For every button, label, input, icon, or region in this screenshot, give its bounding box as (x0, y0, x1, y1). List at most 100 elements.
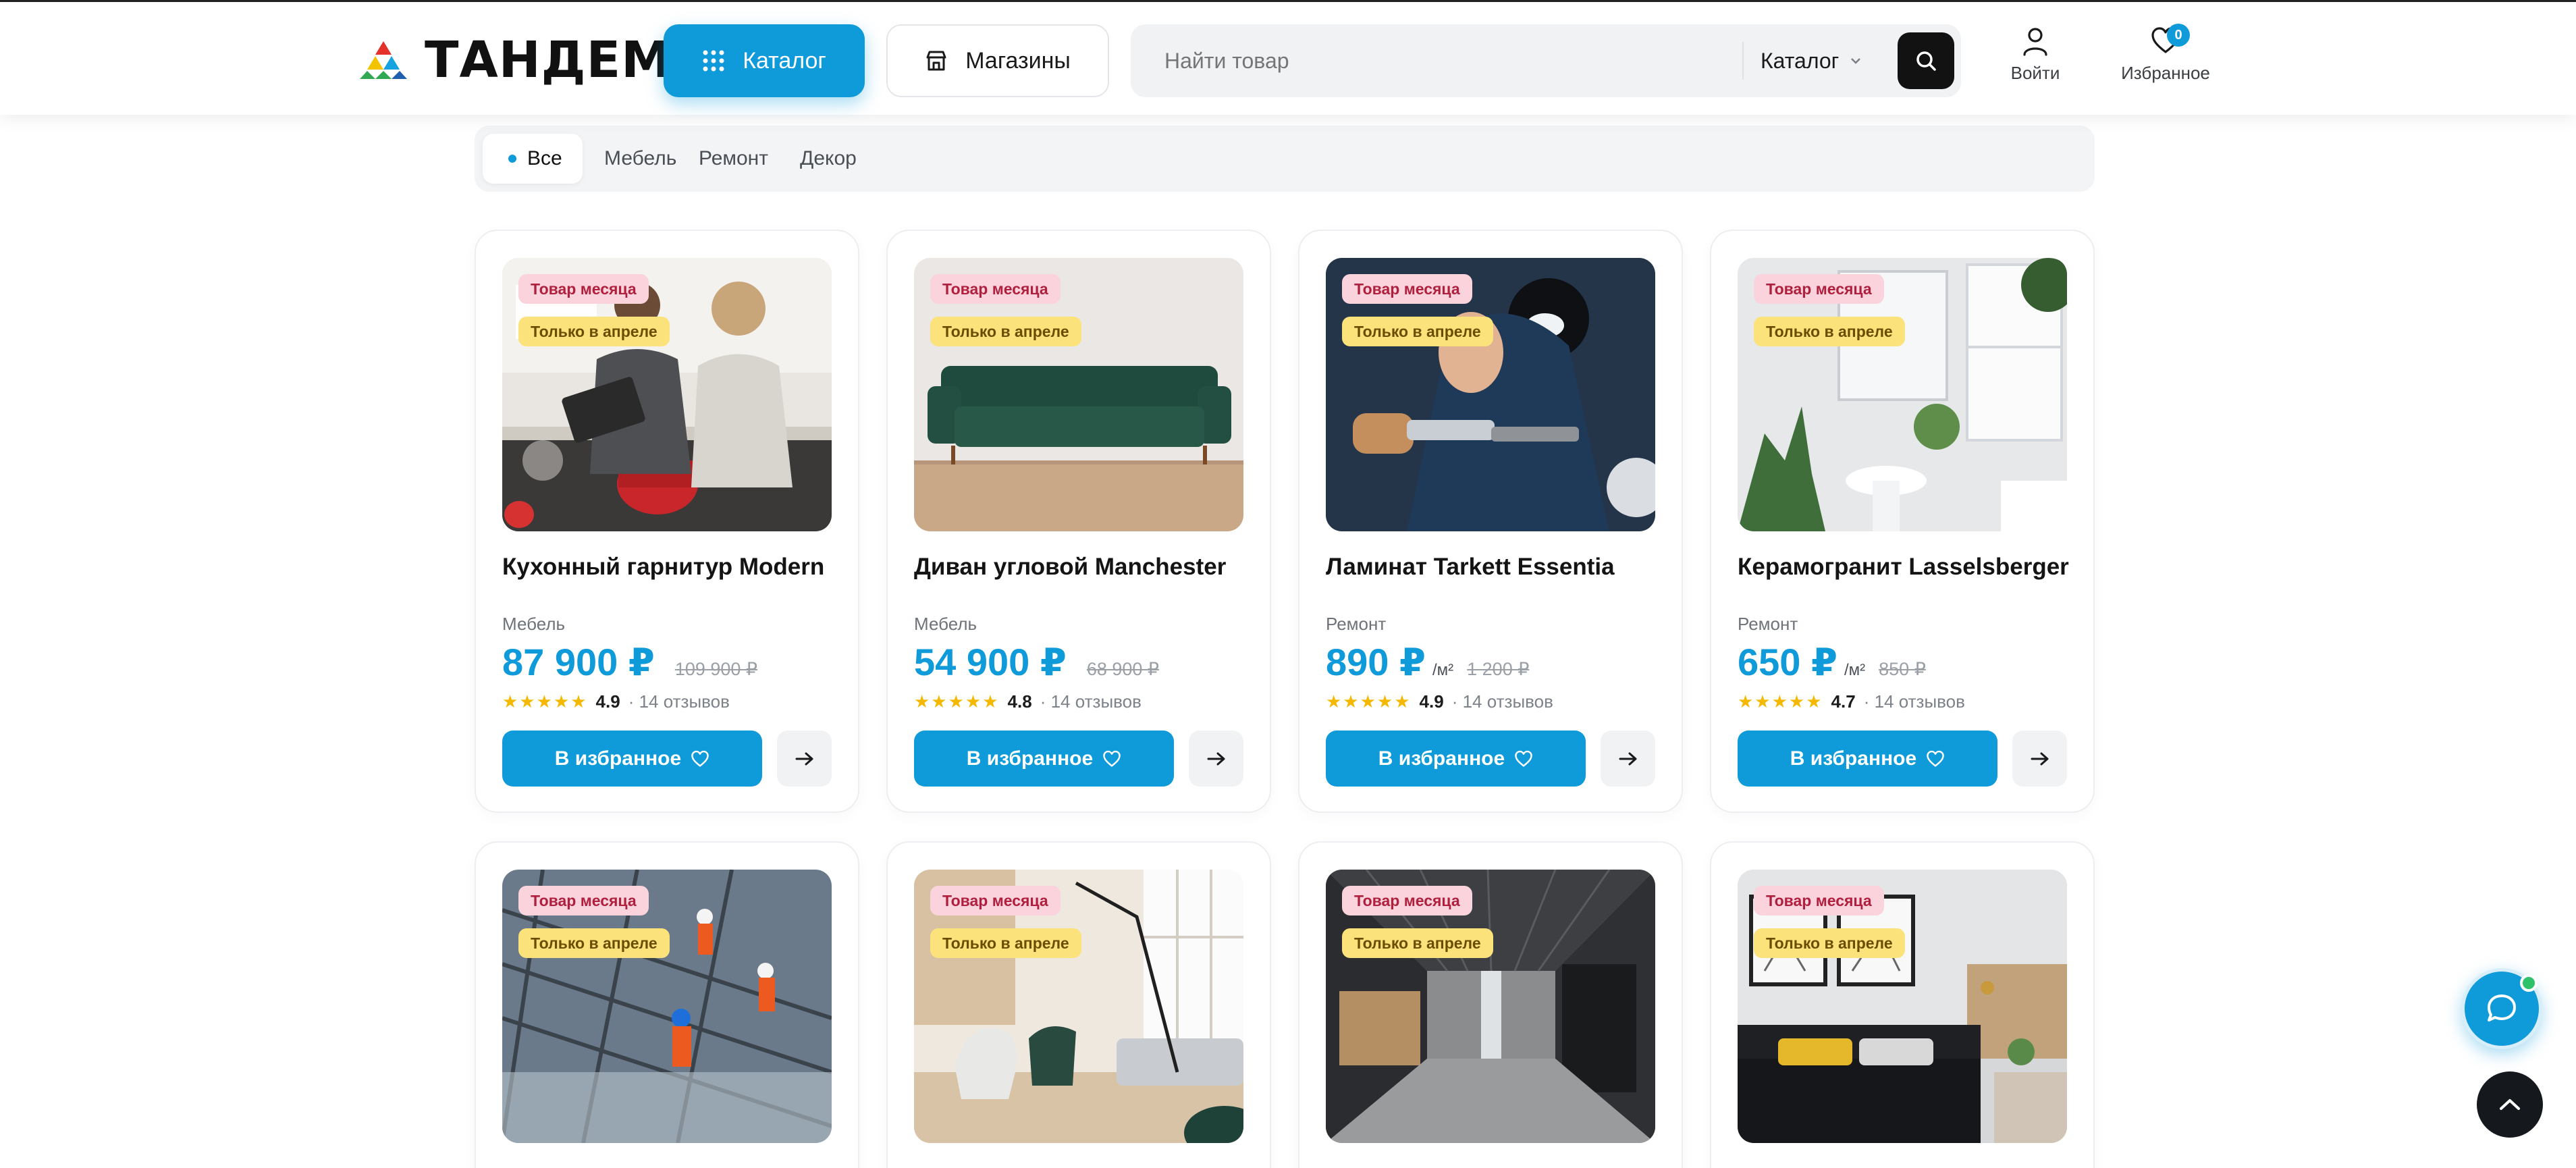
product-card[interactable]: Товар месяца Только в апреле Диван углов… (886, 230, 1271, 813)
product-image-bedroom[interactable]: Товар месяца Только в апреле (1738, 870, 2067, 1143)
add-to-favorites-label: В избранное (966, 747, 1094, 770)
favorites-icon-wrap: 0 (2101, 24, 2230, 56)
chat-button[interactable] (2461, 968, 2542, 1049)
badge-product-of-month: Товар месяца (930, 274, 1061, 304)
badge-product-of-month: Товар месяца (1754, 274, 1884, 304)
product-image-kitchen[interactable]: Товар месяца Только в апреле (502, 258, 832, 531)
store-icon (926, 51, 946, 71)
product-card[interactable]: Товар месяца Только в апреле (475, 841, 859, 1168)
shops-button-label: Магазины (965, 47, 1071, 74)
product-card[interactable]: Товар месяца Только в апреле Керамограни… (1710, 230, 2095, 813)
catalog-button[interactable]: Каталог (664, 24, 865, 97)
product-image-bathroom[interactable]: Товар месяца Только в апреле (1738, 258, 2067, 531)
rating: ★★★★★ 4.7 · 14 отзывов (1738, 691, 1965, 712)
product-image-sofa[interactable]: Товар месяца Только в апреле (914, 258, 1243, 531)
login-label: Войти (2010, 63, 2060, 83)
product-price: 54 900 ₽ (914, 641, 1067, 683)
product-card[interactable]: Товар месяца Только в апреле Кухонный га… (475, 230, 859, 813)
product-image-living-room[interactable]: Товар месяца Только в апреле (914, 870, 1243, 1143)
product-title[interactable]: Ламинат Tarkett Essentia (1326, 554, 1615, 581)
open-product-button[interactable] (1601, 731, 1655, 787)
brand-logo[interactable]: ТАНДЕМ (360, 31, 672, 89)
favorites-link[interactable]: 0 Избранное (2101, 24, 2230, 84)
chat-bubble-icon (2488, 994, 2516, 1021)
add-to-favorites-button[interactable]: В избранное (1326, 731, 1586, 787)
open-product-button[interactable] (777, 731, 832, 787)
add-to-favorites-button[interactable]: В избранное (1738, 731, 1997, 787)
badge-product-of-month: Товар месяца (1342, 274, 1472, 304)
badge-product-of-month: Товар месяца (1754, 886, 1884, 915)
old-price: 850 ₽ (1879, 659, 1926, 679)
badge-april-only: Только в апреле (1754, 928, 1905, 958)
star-rating-icon: ★★★★★ (1326, 691, 1412, 712)
search-input[interactable] (1164, 24, 1705, 97)
star-rating-icon: ★★★★★ (502, 691, 588, 712)
tab-label: Мебель (604, 147, 677, 169)
grid-dots-icon (703, 50, 724, 72)
product-title[interactable]: Керамогранит Lasselsberger (1738, 554, 2069, 581)
search-scope-select[interactable]: Каталог (1761, 24, 1862, 97)
product-category: Мебель (502, 614, 566, 634)
badge-april-only: Только в апреле (518, 317, 670, 346)
review-count: · 14 отзывов (1863, 691, 1965, 712)
badge-april-only: Только в апреле (1754, 317, 1905, 346)
badge-april-only: Только в апреле (930, 317, 1081, 346)
review-count: · 14 отзывов (1451, 691, 1553, 712)
tab-label: Декор (800, 147, 857, 169)
search-divider (1742, 42, 1744, 80)
tab-label: Все (527, 147, 562, 169)
site-header: ТАНДЕМ Каталог Магазины Каталог (0, 0, 2576, 115)
search-button[interactable] (1898, 32, 1954, 89)
shops-button[interactable]: Магазины (886, 24, 1109, 97)
category-filter-tabs: Все Мебель Ремонт Декор (475, 126, 2095, 192)
heart-icon (1515, 750, 1532, 767)
badge-product-of-month: Товар месяца (518, 886, 649, 915)
add-to-favorites-label: В избранное (1790, 747, 1917, 770)
badge-april-only: Только в апреле (930, 928, 1081, 958)
tab-label: Ремонт (699, 147, 768, 169)
open-product-button[interactable] (2012, 731, 2067, 787)
product-image-laminate[interactable]: Товар месяца Только в апреле (1326, 258, 1655, 531)
product-title[interactable]: Кухонный гарнитур Modern (502, 554, 824, 581)
brand-name: ТАНДЕМ (425, 31, 672, 89)
tab-all[interactable]: Все (483, 134, 583, 184)
star-rating-icon: ★★★★★ (1738, 691, 1823, 712)
product-card[interactable]: Товар месяца Только в апреле (1298, 841, 1683, 1168)
open-product-button[interactable] (1189, 731, 1243, 787)
user-icon (2023, 28, 2047, 56)
product-category: Ремонт (1738, 614, 1798, 634)
favorites-count-badge: 0 (2167, 24, 2190, 47)
product-card[interactable]: Товар месяца Только в апреле (1710, 841, 2095, 1168)
old-price: 109 900 ₽ (674, 659, 758, 679)
rating-score: 4.8 (1007, 691, 1032, 712)
heart-icon (1103, 750, 1121, 767)
badge-product-of-month: Товар месяца (1342, 886, 1472, 915)
price-line: 54 900 ₽ 68 900 ₽ (914, 640, 1159, 685)
search-scope-label: Каталог (1761, 48, 1840, 73)
product-card[interactable]: Товар месяца Только в апреле Ламинат Tar… (1298, 230, 1683, 813)
favorites-label: Избранное (2121, 63, 2210, 83)
product-category: Ремонт (1326, 614, 1387, 634)
tab-renovation[interactable]: Ремонт (681, 134, 777, 184)
product-image-office-corridor[interactable]: Товар месяца Только в апреле (1326, 870, 1655, 1143)
product-category: Мебель (914, 614, 977, 634)
review-count: · 14 отзывов (628, 691, 730, 712)
online-status-dot (2520, 974, 2538, 992)
search-icon (1916, 51, 1936, 71)
add-to-favorites-button[interactable]: В избранное (914, 731, 1174, 787)
tab-decor[interactable]: Декор (784, 134, 867, 184)
product-price: 87 900 ₽ (502, 641, 655, 683)
active-dot (508, 155, 516, 163)
login-link[interactable]: Войти (2008, 26, 2062, 84)
catalog-button-label: Каталог (743, 47, 826, 74)
heart-icon (1927, 750, 1944, 767)
search-bar: Каталог (1131, 24, 1961, 97)
tab-furniture[interactable]: Мебель (589, 134, 677, 184)
product-title[interactable]: Диван угловой Manchester (914, 554, 1226, 581)
add-to-favorites-button[interactable]: В избранное (502, 731, 762, 787)
product-card[interactable]: Товар месяца Только в апреле (886, 841, 1271, 1168)
product-image-construction[interactable]: Товар месяца Только в апреле (502, 870, 832, 1143)
arrow-right-icon (795, 752, 813, 765)
price-line: 87 900 ₽ 109 900 ₽ (502, 640, 757, 685)
scroll-to-top-button[interactable] (2477, 1071, 2543, 1138)
